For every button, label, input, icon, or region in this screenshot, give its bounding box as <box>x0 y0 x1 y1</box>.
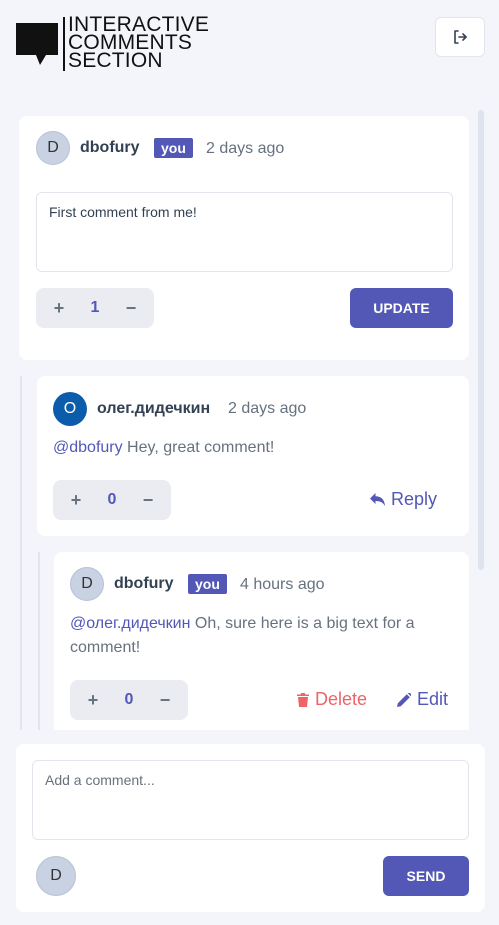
comment-time: 4 hours ago <box>240 576 325 593</box>
upvote-button[interactable]: + <box>86 690 100 711</box>
trash-icon <box>297 692 309 707</box>
reply-label: Reply <box>391 489 438 509</box>
comment-time: 2 days ago <box>228 400 307 417</box>
avatar: О <box>53 392 87 426</box>
comment-card: D dbofury you 4 hours ago @олег.дидечкин… <box>54 552 469 730</box>
vote-widget: + 1 − <box>36 288 154 328</box>
logo-line-3: SECTION <box>68 49 163 72</box>
edit-button[interactable]: Edit <box>397 689 448 710</box>
upvote-button[interactable]: + <box>69 490 83 511</box>
delete-label: Delete <box>315 689 368 709</box>
comment-time: 2 days ago <box>206 140 285 157</box>
new-comment-composer: Add a comment... D SEND <box>16 744 485 912</box>
downvote-button[interactable]: − <box>124 298 138 319</box>
mention-link[interactable]: @dbofury <box>53 439 123 456</box>
reply-button[interactable]: Reply <box>370 489 437 510</box>
speech-bubble-icon <box>16 23 58 65</box>
current-user-avatar: D <box>36 856 76 896</box>
vote-count: 0 <box>124 691 134 708</box>
vote-widget: + 0 − <box>53 480 171 520</box>
comment-username: dbofury <box>114 575 174 592</box>
you-badge: you <box>154 138 193 158</box>
logo-divider <box>63 17 65 71</box>
vote-widget: + 0 − <box>70 680 188 720</box>
logout-button[interactable] <box>435 17 485 57</box>
comment-text: @dbofury Hey, great comment! <box>53 436 453 460</box>
comment-username: dbofury <box>80 139 140 156</box>
downvote-button[interactable]: − <box>158 690 172 711</box>
delete-button[interactable]: Delete <box>297 689 367 710</box>
upvote-button[interactable]: + <box>52 298 66 319</box>
comment-username: олег.дидечкин <box>97 400 211 417</box>
mention-link[interactable]: @олег.дидечкин <box>70 615 190 632</box>
app-header: INTERACTIVE COMMENTS SECTION <box>0 0 499 90</box>
comment-body: Hey, great comment! <box>122 439 275 456</box>
reply-icon <box>370 493 385 506</box>
comment-text: @олег.дидечкин Oh, sure here is a big te… <box>70 612 455 660</box>
edit-comment-field[interactable]: First comment from me! <box>36 192 453 272</box>
add-comment-input[interactable]: Add a comment... <box>32 760 469 840</box>
comments-feed: D dbofury you 2 days ago First comment f… <box>0 104 499 730</box>
vote-count: 0 <box>107 491 117 508</box>
downvote-button[interactable]: − <box>141 490 155 511</box>
vote-count: 1 <box>90 299 100 316</box>
app-logo-title: INTERACTIVE COMMENTS SECTION <box>68 14 209 72</box>
update-button[interactable]: UPDATE <box>350 288 453 328</box>
edit-label: Edit <box>417 689 449 709</box>
logout-icon <box>454 30 467 44</box>
thread-line <box>38 552 40 730</box>
thread-line <box>20 376 22 730</box>
avatar: D <box>70 567 104 601</box>
pencil-icon <box>397 692 411 707</box>
comment-card: О олег.дидечкин 2 days ago @dbofury Hey,… <box>37 376 469 536</box>
send-button[interactable]: SEND <box>383 856 469 896</box>
you-badge: you <box>188 574 227 594</box>
avatar: D <box>36 131 70 165</box>
